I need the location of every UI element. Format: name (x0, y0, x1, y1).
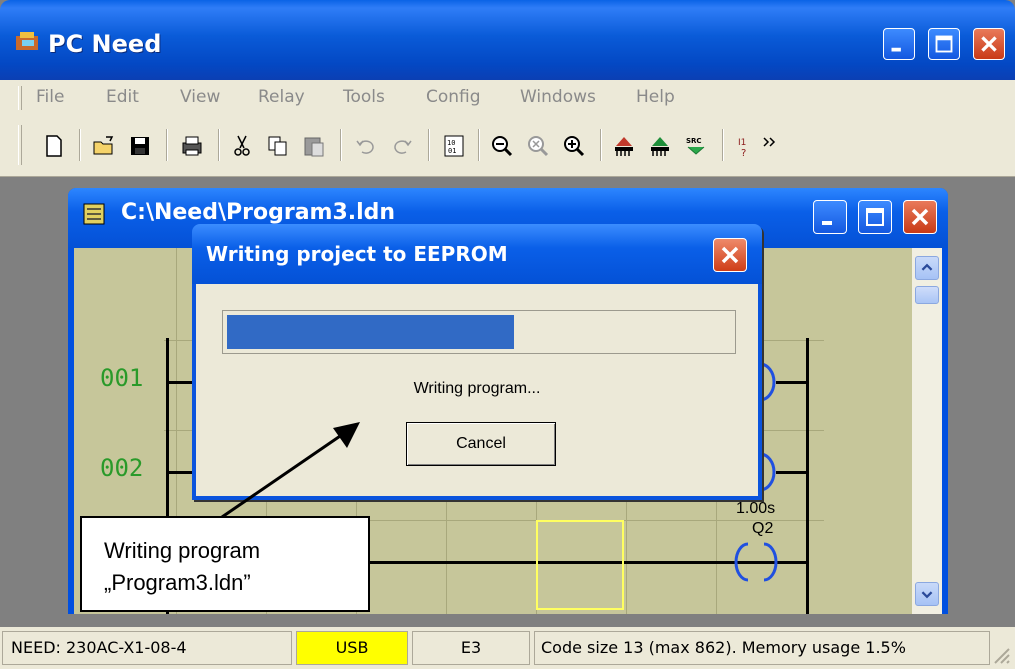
right-power-rail (806, 338, 809, 614)
toolbar: 10 01 SRC I1? (0, 113, 1015, 177)
svg-text:I1: I1 (738, 138, 746, 148)
child-close-button[interactable] (903, 200, 937, 234)
minimize-icon (822, 221, 832, 225)
upload-icon[interactable] (648, 134, 672, 158)
maximize-button[interactable] (928, 28, 960, 60)
close-button[interactable] (973, 28, 1005, 60)
menu-view[interactable]: View (180, 87, 220, 107)
toolbar-separator (340, 129, 342, 161)
cancel-button[interactable]: Cancel (406, 422, 556, 466)
maximize-icon (935, 35, 953, 53)
status-device: NEED: 230AC-X1-08-4 (2, 631, 292, 665)
status-bar: NEED: 230AC-X1-08-4 USB E3 Code size 13 … (0, 627, 1015, 669)
close-icon (911, 208, 929, 226)
menu-grip[interactable] (18, 86, 22, 110)
svg-text:?: ? (741, 148, 746, 158)
toolbar-separator (166, 129, 168, 161)
zoom-reset-icon[interactable] (526, 134, 550, 158)
scroll-down-button[interactable] (915, 582, 939, 606)
paste-icon[interactable] (302, 134, 326, 158)
toolbar-separator (218, 129, 220, 161)
menu-help[interactable]: Help (636, 87, 675, 107)
toolbar-separator (428, 129, 430, 161)
svg-text:01: 01 (448, 147, 456, 155)
progress-bar (222, 310, 736, 354)
menu-config[interactable]: Config (426, 87, 481, 107)
resize-grip-icon[interactable] (991, 645, 1011, 665)
toolbar-separator (600, 129, 602, 161)
program-window-title: C:\Need\Program3.ldn (121, 200, 396, 225)
scroll-up-button[interactable] (915, 256, 939, 280)
progress-fill (227, 315, 514, 349)
menu-relay[interactable]: Relay (258, 87, 305, 107)
main-window: PC Need File Edit View Relay Tools Confi… (0, 0, 1015, 669)
input-query-icon[interactable]: I1? (736, 134, 760, 158)
cut-icon[interactable] (230, 134, 254, 158)
open-folder-icon[interactable] (92, 134, 116, 158)
toolbar-grip[interactable] (18, 125, 22, 165)
dialog-body: Writing program... Cancel (196, 284, 758, 496)
status-code: E3 (412, 631, 530, 665)
svg-text:10: 10 (447, 139, 455, 147)
callout-line-1: Writing program (104, 538, 261, 563)
dialog-close-button[interactable] (713, 238, 747, 272)
toolbar-separator (478, 129, 480, 161)
print-icon[interactable] (180, 134, 204, 158)
minimize-icon (891, 47, 901, 52)
close-icon (721, 246, 739, 264)
rung-number: 001 (100, 364, 144, 392)
status-info: Code size 13 (max 862). Memory usage 1.5… (534, 631, 990, 665)
redo-icon[interactable] (390, 134, 414, 158)
undo-icon[interactable] (354, 134, 378, 158)
callout-line-2: „Program3.ldn” (104, 570, 251, 595)
new-file-icon[interactable] (42, 134, 66, 158)
menu-tools[interactable]: Tools (343, 87, 385, 107)
menu-bar: File Edit View Relay Tools Config Window… (0, 80, 1015, 113)
source-code-icon[interactable]: SRC (684, 134, 708, 158)
progress-status: Writing program... (413, 380, 541, 397)
menu-windows[interactable]: Windows (520, 87, 596, 107)
close-icon (981, 36, 997, 52)
child-maximize-button[interactable] (858, 200, 892, 234)
toolbar-overflow-icon[interactable] (762, 134, 778, 158)
dialog-title: Writing project to EEPROM (206, 242, 508, 266)
zoom-out-icon[interactable] (490, 134, 514, 158)
child-minimize-button[interactable] (813, 200, 847, 234)
maximize-icon (866, 208, 884, 226)
download-icon[interactable] (612, 134, 636, 158)
toolbar-separator (79, 129, 81, 161)
chevron-down-icon (921, 591, 933, 599)
dialog-title-bar[interactable]: Writing project to EEPROM (192, 224, 762, 284)
zoom-in-icon[interactable] (562, 134, 586, 158)
vertical-scrollbar[interactable] (912, 248, 942, 614)
save-icon[interactable] (128, 134, 152, 158)
copy-icon[interactable] (266, 134, 290, 158)
timer-value: 1.00s (736, 500, 776, 517)
menu-file[interactable]: File (36, 87, 64, 107)
svg-text:SRC: SRC (686, 137, 702, 145)
status-connection: USB (296, 631, 408, 665)
app-title: PC Need (48, 30, 162, 58)
scroll-thumb[interactable] (915, 286, 939, 304)
app-icon (16, 32, 38, 50)
rung-number: 002 (100, 454, 144, 482)
write-eeprom-dialog: Writing project to EEPROM Writing progra… (192, 224, 762, 500)
toolbar-separator (722, 129, 724, 161)
binary-code-icon[interactable]: 1001 (442, 134, 466, 158)
selection-cursor (536, 520, 624, 610)
ladder-file-icon (83, 203, 105, 225)
annotation-callout: Writing program „Program3.ldn” (80, 516, 370, 612)
chevron-up-icon (921, 263, 933, 271)
main-title-bar[interactable]: PC Need (0, 0, 1015, 80)
coil-symbol (734, 542, 778, 582)
menu-edit[interactable]: Edit (106, 87, 139, 107)
coil-label: Q2 (752, 520, 774, 537)
minimize-button[interactable] (883, 28, 915, 60)
